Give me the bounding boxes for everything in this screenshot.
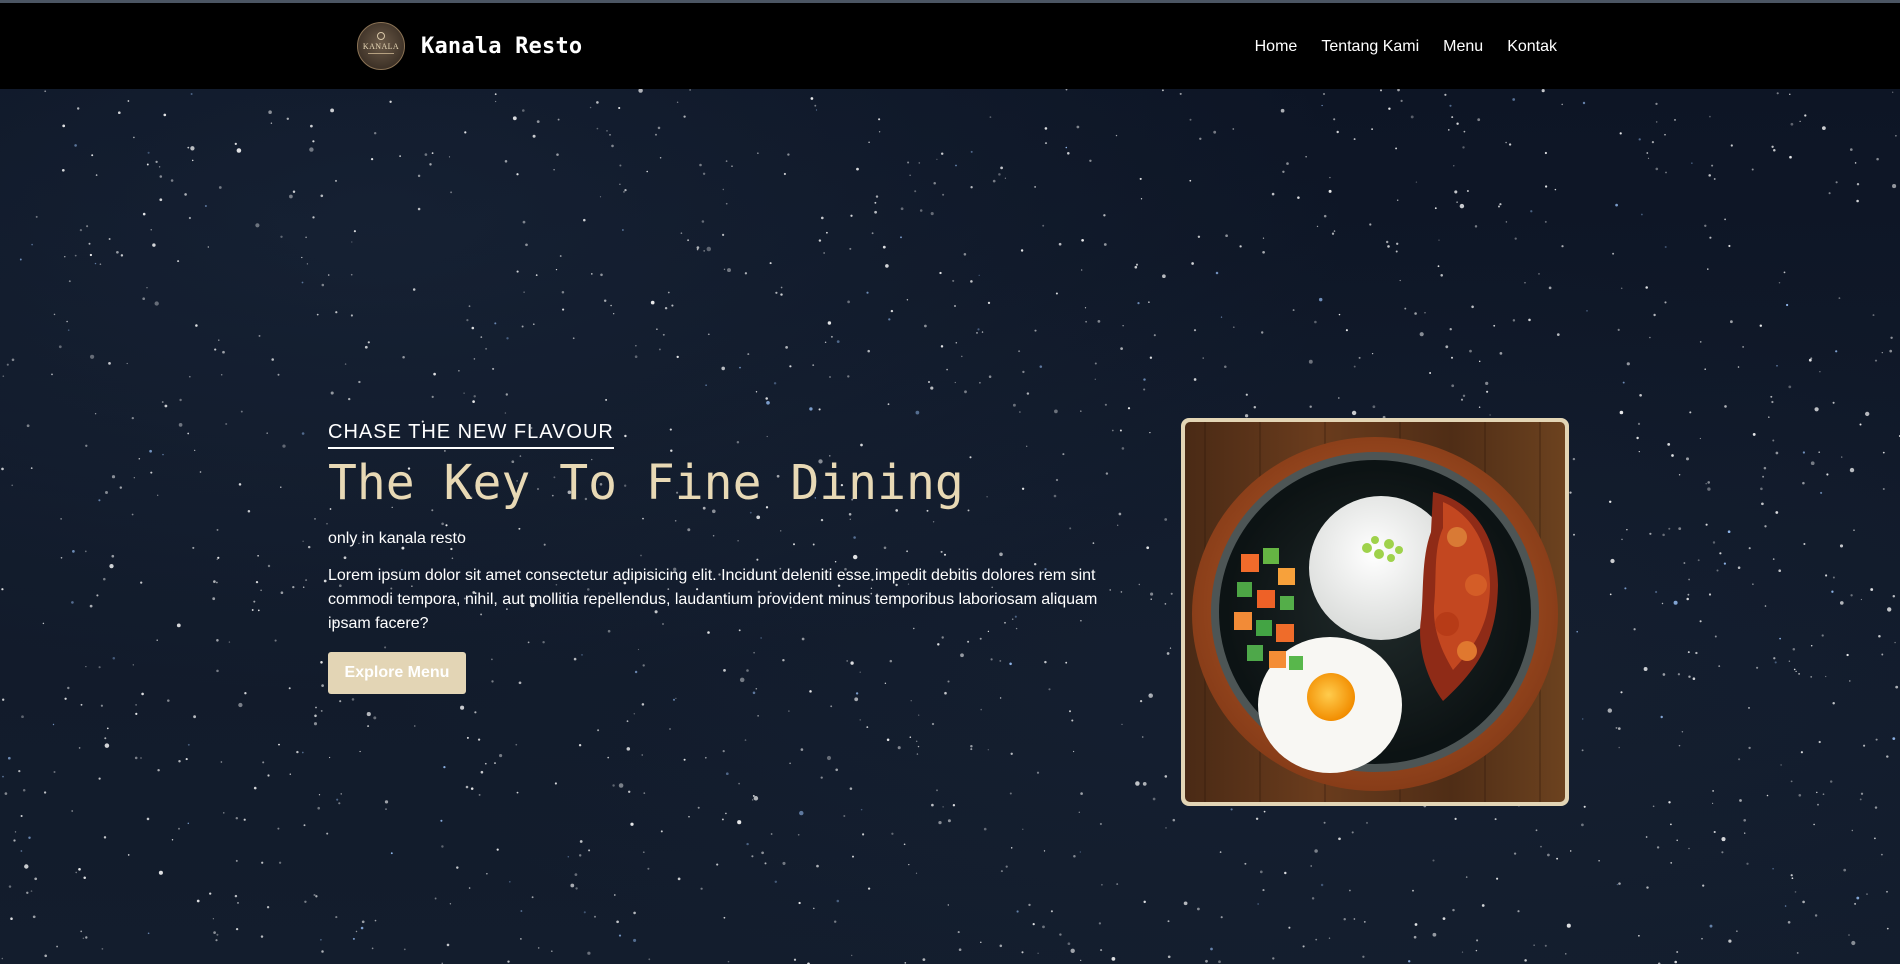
nav-about-link[interactable]: Tentang Kami: [1321, 38, 1419, 56]
brand-name[interactable]: Kanala Resto: [421, 34, 582, 59]
navbar: KANALA Kanala Resto Home Tentang Kami Me…: [0, 3, 1900, 89]
hero-subline: only in kanala resto: [328, 529, 466, 547]
hero-headline: The Key To Fine Dining: [328, 455, 964, 511]
brand[interactable]: KANALA Kanala Resto: [357, 22, 582, 70]
sizzling-plate-photo: [1185, 422, 1565, 802]
logo-rule: [368, 53, 394, 54]
primary-navigation: Home Tentang Kami Menu Kontak: [1255, 38, 1557, 56]
logo-mark-icon: [377, 32, 385, 40]
kanala-logo-icon[interactable]: KANALA: [357, 22, 405, 70]
hero-description: Lorem ipsum dolor sit amet consectetur a…: [328, 566, 1098, 632]
hero-eyebrow: CHASE THE NEW FLAVOUR: [328, 421, 614, 449]
nav-home-link[interactable]: Home: [1255, 38, 1298, 56]
nav-menu-link[interactable]: Menu: [1443, 38, 1483, 56]
hero-content: CHASE THE NEW FLAVOUR The Key To Fine Di…: [328, 421, 1108, 694]
logo-text: KANALA: [362, 42, 400, 51]
page: KANALA Kanala Resto Home Tentang Kami Me…: [0, 0, 1900, 964]
featured-dish-frame: [1181, 418, 1569, 806]
nav-contact-link[interactable]: Kontak: [1507, 38, 1557, 56]
explore-menu-button[interactable]: Explore Menu: [328, 651, 466, 694]
